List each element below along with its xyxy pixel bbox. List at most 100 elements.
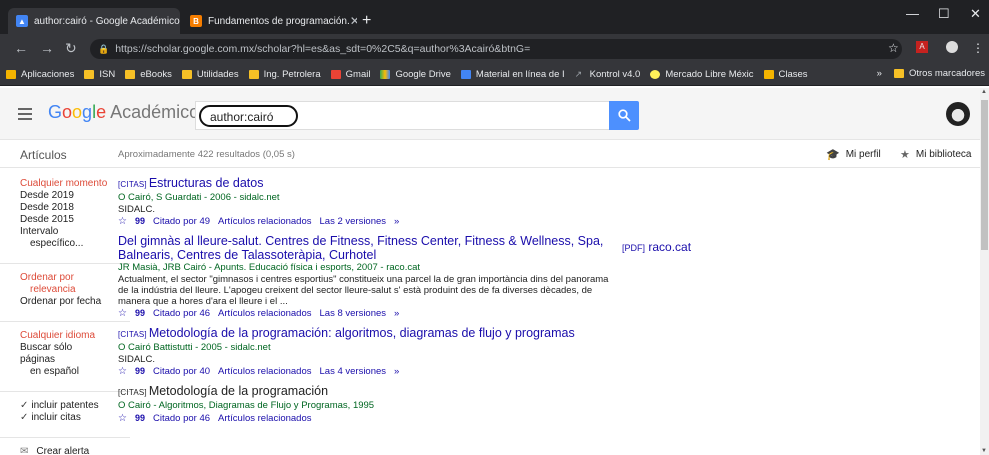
new-tab-button[interactable]: + — [362, 12, 371, 30]
cite-quote-icon[interactable]: 99 — [135, 307, 145, 320]
browser-tabstrip: ▲ author:cairó - Google Académico ✕ B Fu… — [0, 0, 989, 34]
filter-custom-range[interactable]: Intervalo — [20, 226, 110, 238]
cited-by-link[interactable]: Citado por 49 — [153, 215, 210, 228]
result-snippet: SIDALC. — [118, 354, 155, 365]
bookmark-ing-petrolera[interactable]: Ing. Petrolera — [248, 69, 321, 80]
result-authors: O Cairó, S Guardati - 2006 - sidalc.net — [118, 192, 280, 203]
result-item: [CITAS] Metodología de la programación: a… — [118, 326, 618, 378]
bookmark-utilidades[interactable]: Utilidades — [181, 69, 239, 80]
save-star-icon[interactable]: ☆ — [118, 412, 127, 425]
filter-spanish-only-2[interactable]: en español — [20, 366, 110, 378]
cite-quote-icon[interactable]: 99 — [135, 215, 145, 228]
bookmark-gmail[interactable]: Gmail — [330, 69, 370, 80]
related-articles-link[interactable]: Artículos relacionados — [218, 365, 311, 378]
filter-any-language[interactable]: Cualquier idioma — [20, 330, 110, 342]
result-title[interactable]: [CITAS] Estructuras de datos — [118, 176, 618, 192]
tab-scholar[interactable]: ▲ author:cairó - Google Académico ✕ — [8, 8, 180, 34]
include-patents-checkbox[interactable]: ✓ incluir patentes — [20, 400, 110, 412]
search-button[interactable] — [609, 101, 639, 130]
related-articles-link[interactable]: Artículos relacionados — [218, 215, 311, 228]
search-input[interactable]: author:cairó — [195, 101, 609, 130]
scroll-up-arrow-icon[interactable]: ▲ — [981, 89, 987, 95]
hamburger-menu-icon[interactable] — [18, 108, 32, 123]
related-articles-link[interactable]: Artículos relacionados — [218, 412, 311, 425]
versions-link[interactable]: Las 4 versiones — [320, 365, 387, 378]
search-icon — [617, 109, 631, 122]
pdf-extension-icon[interactable]: A — [916, 41, 928, 53]
versions-link[interactable]: Las 8 versiones — [320, 307, 387, 320]
bookmarks-overflow: » Otros marcadores — [870, 68, 985, 79]
bookmark-kontrol[interactable]: ↗ Kontrol v4.0 — [575, 69, 641, 80]
result-snippet: Actualment, el sector "gimnasos i centre… — [118, 274, 609, 307]
address-bar[interactable]: 🔒 https://scholar.google.com.mx/scholar?… — [90, 39, 902, 59]
minimize-button[interactable]: — — [906, 6, 919, 21]
more-options-icon[interactable]: » — [394, 365, 399, 378]
bookmark-ebooks[interactable]: eBooks — [125, 69, 172, 80]
menu-kebab-icon[interactable]: ⋮ — [972, 41, 984, 55]
scholar-logo[interactable]: Google Académico — [48, 102, 199, 123]
cite-quote-icon[interactable]: 99 — [135, 365, 145, 378]
save-star-icon[interactable]: ☆ — [118, 215, 127, 228]
more-bookmarks-chevron-icon[interactable]: » — [877, 68, 882, 79]
cited-by-link[interactable]: Citado por 46 — [153, 307, 210, 320]
bookmark-otros[interactable]: Otros marcadores — [893, 68, 985, 79]
bookmark-mercadolibre[interactable]: Mercado Libre Méxic — [650, 69, 754, 80]
more-options-icon[interactable]: » — [394, 215, 399, 228]
bookmark-material[interactable]: Material en línea de I — [460, 69, 565, 80]
bookmark-google-drive[interactable]: Google Drive — [380, 69, 451, 80]
tab-title: Fundamentos de programación. — [208, 15, 350, 27]
tab-blogger[interactable]: B Fundamentos de programación. ✕ — [182, 8, 357, 34]
sort-relevance[interactable]: Ordenar por — [20, 272, 110, 284]
bookmark-clases[interactable]: Clases — [763, 69, 808, 80]
cited-by-link[interactable]: Citado por 40 — [153, 365, 210, 378]
my-profile-link[interactable]: 🎓 Mi perfil — [826, 148, 881, 161]
close-window-button[interactable]: ✕ — [970, 6, 981, 22]
create-alert-link[interactable]: ✉ Crear alerta — [20, 446, 110, 455]
sort-relevance-2[interactable]: relevancia — [20, 284, 110, 296]
sort-by-date[interactable]: Ordenar por fecha — [20, 296, 110, 308]
filter-since-2018[interactable]: Desde 2018 — [20, 202, 110, 214]
back-arrow-icon[interactable]: ← — [14, 40, 28, 56]
result-authors: O Cairó Battistutti - 2005 - sidalc.net — [118, 342, 271, 353]
gmail-icon — [330, 70, 341, 79]
save-star-icon[interactable]: ☆ — [118, 365, 127, 378]
filter-custom-range-2[interactable]: específico... — [20, 238, 110, 250]
checkmark-icon: ✓ — [20, 400, 29, 411]
result-title[interactable]: [CITAS] Metodología de la programación: a… — [118, 326, 618, 342]
scroll-down-arrow-icon[interactable]: ▼ — [981, 448, 987, 454]
versions-link[interactable]: Las 2 versiones — [320, 215, 387, 228]
save-star-icon[interactable]: ☆ — [118, 307, 127, 320]
include-citations-checkbox[interactable]: ✓ incluir citas — [20, 412, 110, 424]
cite-quote-icon[interactable]: 99 — [135, 412, 145, 425]
result-title[interactable]: Del gimnàs al lleure-salut. Centres de F… — [118, 234, 618, 262]
user-avatar[interactable] — [946, 102, 970, 126]
profile-avatar-icon[interactable] — [946, 41, 958, 53]
filter-since-2019[interactable]: Desde 2019 — [20, 190, 110, 202]
close-tab-icon[interactable]: ✕ — [350, 14, 357, 28]
checkmark-icon: ✓ — [20, 412, 29, 423]
pdf-side-link[interactable]: [PDF] raco.cat — [622, 240, 691, 254]
filter-since-2015[interactable]: Desde 2015 — [20, 214, 110, 226]
result-item: [CITAS] Metodología de la programación O … — [118, 384, 618, 425]
filter-any-time[interactable]: Cualquier momento — [20, 178, 110, 190]
result-actions: ☆ 99 Citado por 46 Artículos relacionado… — [118, 412, 618, 425]
my-library-link[interactable]: ★ Mi biblioteca — [900, 148, 971, 161]
filter-spanish-only[interactable]: Buscar sólo páginas — [20, 342, 110, 366]
bookmark-aplicaciones[interactable]: Aplicaciones — [6, 69, 74, 80]
document-icon — [460, 70, 471, 79]
reload-icon[interactable]: ↻ — [65, 40, 77, 57]
maximize-button[interactable]: ☐ — [938, 6, 950, 22]
page-scrollbar[interactable]: ▲ ▼ — [980, 88, 989, 455]
more-options-icon[interactable]: » — [394, 307, 399, 320]
url-text: https://scholar.google.com.mx/scholar?hl… — [115, 43, 531, 55]
lock-icon: 🔒 — [98, 43, 110, 54]
bookmark-isn[interactable]: ISN — [84, 69, 115, 80]
filter-sidebar: Cualquier momento Desde 2019 Desde 2018 … — [0, 178, 130, 455]
cited-by-link[interactable]: Citado por 46 — [153, 412, 210, 425]
related-articles-link[interactable]: Artículos relacionados — [218, 307, 311, 320]
scrollbar-thumb[interactable] — [981, 100, 988, 250]
apps-grid-icon — [6, 70, 16, 79]
result-actions: ☆ 99 Citado por 49 Artículos relacionado… — [118, 215, 618, 228]
forward-arrow-icon[interactable]: → — [40, 40, 54, 56]
bookmark-star-icon[interactable]: ☆ — [888, 41, 899, 55]
